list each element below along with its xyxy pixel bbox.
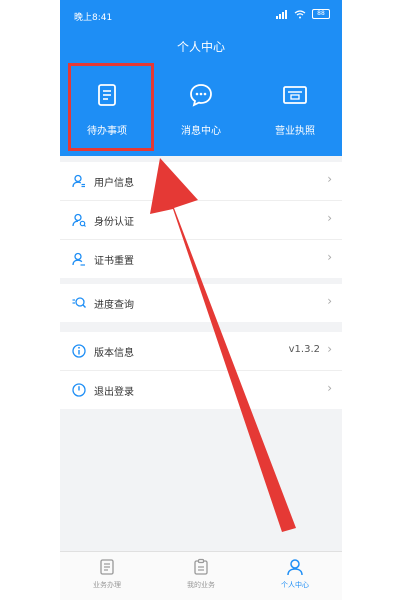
quick-action-label: 消息中心 — [181, 126, 221, 137]
quick-action-messages[interactable]: 消息中心 — [154, 76, 248, 146]
header: 晚上8:41 88 个人中心 待办事项 消息中心 营业执照 — [60, 0, 342, 156]
tab-label: 业务办理 — [93, 581, 121, 589]
menu-item-label: 身份认证 — [94, 217, 134, 228]
business-handle-icon — [100, 559, 114, 575]
status-icons: 88 — [276, 9, 330, 19]
battery-icon: 88 — [312, 9, 330, 19]
message-chat-icon — [190, 84, 212, 107]
menu-item-user-info[interactable]: 用户信息 › — [60, 162, 342, 201]
menu-item-label: 进度查询 — [94, 300, 134, 311]
menu-item-label: 退出登录 — [94, 387, 134, 398]
chevron-right-icon: › — [327, 250, 332, 264]
menu-item-label: 证书重置 — [94, 256, 134, 267]
progress-search-icon — [72, 297, 86, 308]
tab-my-business[interactable]: 我的业务 — [154, 552, 248, 600]
certificate-reset-icon — [72, 252, 85, 266]
version-value: v1.3.2 — [288, 344, 320, 355]
tab-label: 个人中心 — [281, 581, 309, 589]
profile-icon — [287, 559, 303, 576]
menu-item-version-info[interactable]: 版本信息 v1.3.2 › — [60, 332, 342, 371]
menu-group-account: 用户信息 › 身份认证 › 证书重置 › — [60, 162, 342, 278]
menu-item-label: 用户信息 — [94, 178, 134, 189]
page-title: 个人中心 — [176, 40, 225, 54]
chevron-right-icon: › — [327, 211, 332, 225]
menu-item-progress-query[interactable]: 进度查询 › — [60, 284, 342, 322]
phone-screen: 晚上8:41 88 个人中心 待办事项 消息中心 营业执照 用户信息 › 身份认… — [60, 0, 342, 600]
tab-business-handle[interactable]: 业务办理 — [60, 552, 154, 600]
my-business-icon — [194, 558, 208, 575]
user-info-icon — [72, 174, 85, 188]
quick-action-license[interactable]: 营业执照 — [248, 76, 342, 146]
chevron-right-icon: › — [327, 381, 332, 395]
chevron-right-icon: › — [327, 294, 332, 308]
menu-item-certificate-reset[interactable]: 证书重置 › — [60, 240, 342, 278]
tab-profile[interactable]: 个人中心 — [248, 552, 342, 600]
menu-item-logout[interactable]: 退出登录 › — [60, 371, 342, 409]
menu-group-system: 版本信息 v1.3.2 › 退出登录 › — [60, 332, 342, 409]
menu-item-identity-auth[interactable]: 身份认证 › — [60, 201, 342, 240]
bottom-tab-bar: 业务办理 我的业务 个人中心 — [60, 551, 342, 600]
chevron-right-icon: › — [327, 342, 332, 356]
quick-action-label: 营业执照 — [275, 126, 315, 137]
highlight-box — [68, 63, 154, 151]
info-icon — [72, 344, 86, 358]
signal-icon — [276, 9, 287, 19]
power-icon — [72, 383, 86, 397]
status-bar: 晚上8:41 88 — [60, 8, 342, 24]
tab-label: 我的业务 — [187, 581, 215, 589]
menu-item-label: 版本信息 — [94, 348, 134, 359]
chevron-right-icon: › — [327, 172, 332, 186]
status-time: 晚上8:41 — [74, 13, 113, 23]
identity-auth-icon — [72, 213, 86, 227]
menu-group-progress: 进度查询 › — [60, 284, 342, 322]
business-license-icon — [283, 86, 307, 104]
wifi-icon — [294, 9, 306, 18]
